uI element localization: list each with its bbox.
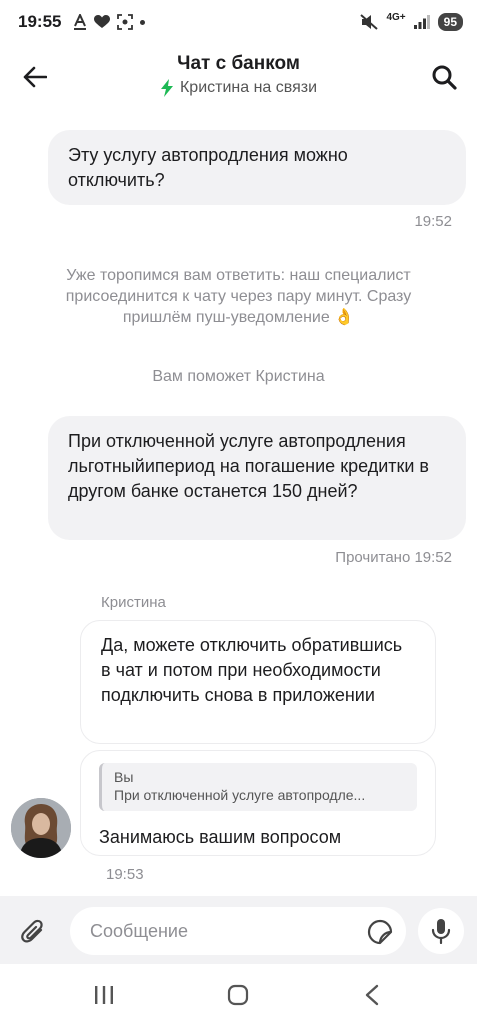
- message-read-status: Прочитано 19:52: [335, 549, 452, 566]
- network-label: 4G+: [386, 11, 406, 23]
- message-text: Да, можете отключить обратившись в чат и…: [101, 635, 403, 705]
- quote-author: Вы: [114, 769, 134, 785]
- outgoing-message[interactable]: При отключенной услуге автопродления льг…: [48, 416, 466, 540]
- notification-icons: [73, 14, 146, 30]
- message-input-bar: [0, 896, 477, 964]
- message-time: 19:53: [106, 866, 144, 883]
- chat-header: Чат с банком Кристина на связи: [0, 44, 477, 110]
- operator-joined-notice: Вам поможет Кристина: [152, 368, 325, 385]
- status-time: 19:55: [18, 12, 62, 31]
- font-icon: [74, 14, 87, 30]
- search-icon: [432, 65, 457, 90]
- screenshot-icon: [117, 14, 134, 30]
- incoming-message-with-reply[interactable]: Вы При отключенной услуге автопродле... …: [80, 750, 436, 856]
- recent-apps-icon: [95, 986, 113, 1004]
- status-bar: 19:55 4G+ 95: [0, 0, 477, 44]
- recent-apps-button[interactable]: [84, 980, 124, 1010]
- chat-title: Чат с банком: [177, 53, 300, 74]
- operator-name: Кристина: [101, 594, 166, 611]
- microphone-button[interactable]: [418, 908, 464, 954]
- system-nav-bar: [0, 964, 477, 1024]
- message-time: 19:52: [414, 213, 452, 230]
- heart-icon: [94, 15, 111, 28]
- system-message-text: Уже торопимся вам ответить: наш специали…: [65, 267, 412, 326]
- paperclip-icon: [21, 919, 43, 943]
- signal-icon: [413, 15, 430, 29]
- sticker-button[interactable]: [364, 916, 396, 948]
- message-input[interactable]: [70, 907, 406, 955]
- message-text: Эту услугу автопродления можно отключить…: [68, 145, 348, 190]
- reply-quote[interactable]: Вы При отключенной услуге автопродле...: [99, 763, 417, 811]
- operator-avatar[interactable]: [11, 798, 71, 858]
- message-text: Занимаюсь вашим вопросом: [99, 827, 342, 847]
- home-icon: [227, 984, 249, 1006]
- operator-status-text: Кристина на связи: [179, 79, 318, 96]
- more-notifications-dot: [140, 19, 146, 25]
- attach-button[interactable]: [14, 912, 54, 952]
- chevron-left-icon: [365, 984, 379, 1006]
- lightning-icon: [160, 79, 173, 97]
- quote-text: При отключенной услуге автопродле...: [114, 787, 366, 803]
- operator-status: Кристина на связи: [0, 79, 477, 97]
- home-button[interactable]: [218, 980, 258, 1010]
- message-text: При отключенной услуге автопродления льг…: [68, 431, 429, 501]
- microphone-icon: [431, 919, 451, 944]
- system-message: Уже торопимся вам ответить: наш специали…: [0, 265, 477, 328]
- incoming-message[interactable]: Да, можете отключить обратившись в чат и…: [80, 620, 436, 744]
- status-right: 4G+ 95: [360, 0, 463, 44]
- search-button[interactable]: [427, 60, 461, 94]
- nav-back-button[interactable]: [352, 980, 392, 1010]
- avatar-image: [11, 798, 71, 858]
- outgoing-message[interactable]: Эту услугу автопродления можно отключить…: [48, 130, 466, 205]
- sticker-icon: [367, 919, 393, 945]
- mute-icon: [360, 14, 379, 30]
- battery-indicator: 95: [437, 13, 463, 31]
